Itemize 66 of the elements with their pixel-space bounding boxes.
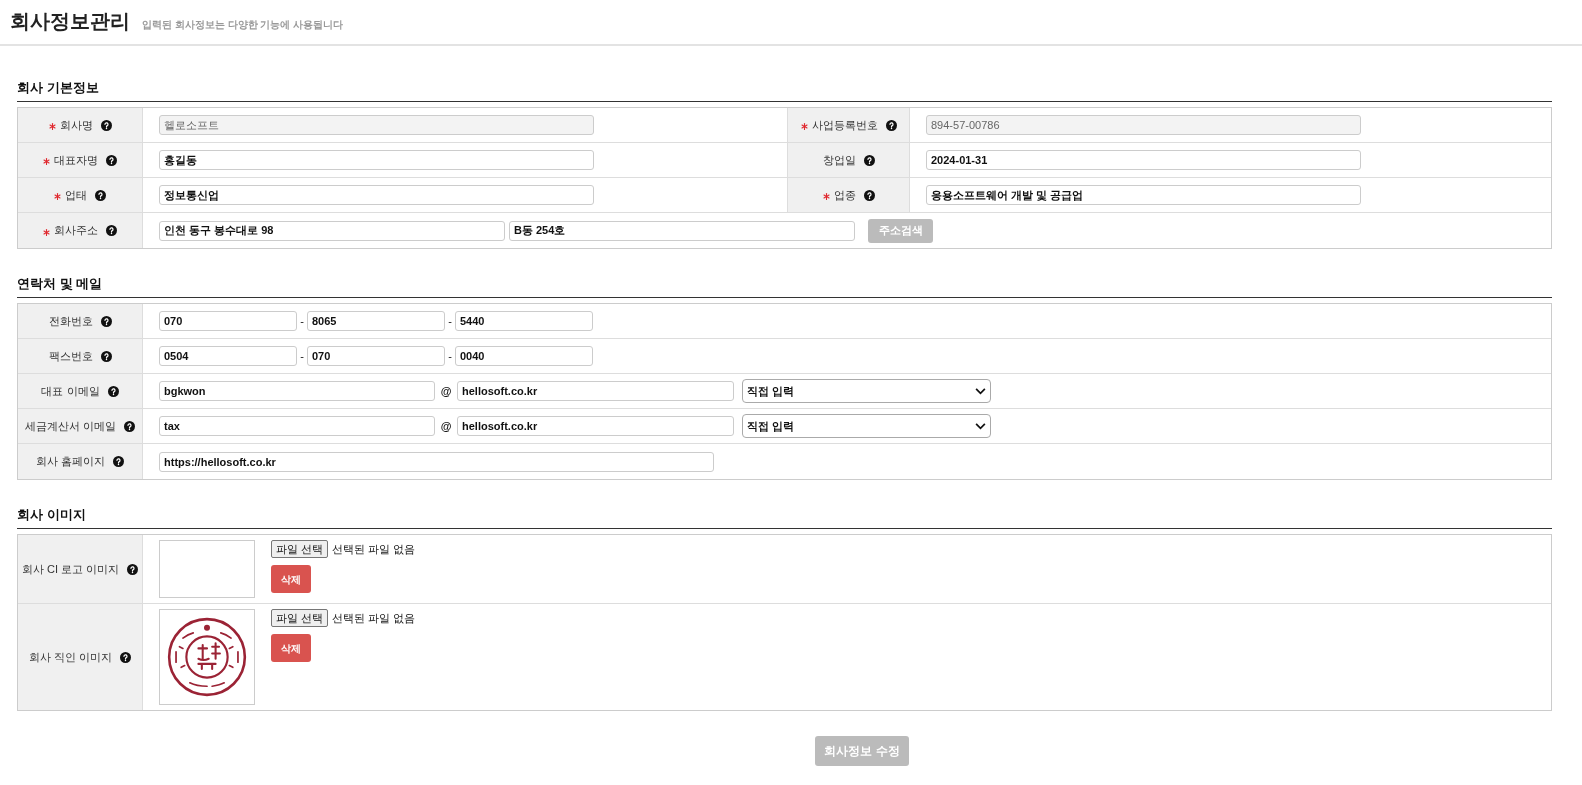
field-label: 대표자명 [54,152,98,168]
text-input[interactable]: 0504 [159,346,297,366]
file-status-text: 선택된 파일 없음 [332,610,416,626]
field-label: 대표 이메일 [41,383,100,399]
text-input[interactable]: 2024-01-31 [926,150,1361,170]
help-icon [100,119,112,131]
text-input[interactable]: B동 254호 [509,220,855,241]
help-icon [100,350,112,362]
help-icon [120,651,132,663]
text-input[interactable]: tax [159,416,435,436]
chevron-down-icon [975,387,986,395]
text-input[interactable]: bgkwon [159,381,435,401]
field-label: 회사 홈페이지 [35,454,106,470]
text-input[interactable]: 8065 [307,311,445,331]
help-icon [95,189,106,201]
page-subtitle: 입력된 회사정보는 다양한 기능에 사용됩니다 [142,18,344,32]
text-input[interactable]: 홍길동 [159,150,594,170]
text-input[interactable]: https://hellosoft.co.kr [159,451,714,472]
help-icon [113,456,125,467]
field-label: 회사 직인 이미지 [28,649,113,665]
field-label: 업태 [65,187,87,203]
file-select-button[interactable]: 파일 선택 [271,540,329,558]
chevron-down-icon [975,422,986,430]
text-input[interactable]: hellosoft.co.kr [457,416,734,436]
help-icon [127,563,139,575]
text-input[interactable]: 인천 동구 봉수대로 98 [159,220,505,241]
help-icon [106,154,117,166]
help-icon [124,420,136,432]
field-label: 회사주소 [54,223,98,239]
help-icon [863,189,875,201]
separator-text: - [447,348,453,364]
domain-select-field[interactable]: 직접 입력 [742,379,991,403]
field-label: 사업등록번호 [811,117,878,133]
help-icon [885,119,897,131]
text-input[interactable]: 응용소프트웨어 개발 및 공급업 [926,185,1361,205]
file-select-button[interactable]: 파일 선택 [271,609,329,627]
text-input[interactable]: hellosoft.co.kr [457,381,734,401]
help-icon [863,154,875,166]
field-label: 팩스번호 [48,348,93,364]
text-input[interactable]: 0040 [455,346,593,366]
field-label: 업종 [833,187,856,203]
separator-text: - [299,348,305,364]
help-icon [107,385,119,397]
field-label: 전화번호 [48,313,93,329]
at-sign-text: @ [439,418,453,434]
field-label: 회사 CI 로고 이미지 [21,561,120,577]
text-input[interactable]: 정보통신업 [159,185,594,205]
delete-button[interactable]: 삭제 [271,634,311,662]
at-sign-text: @ [439,383,453,399]
domain-select-field[interactable]: 직접 입력 [742,414,991,438]
field-label: 회사명 [59,117,93,133]
help-icon [106,225,117,236]
help-icon [100,315,112,327]
separator-text: - [447,313,453,329]
field-label: 창업일 [822,152,856,168]
text-input[interactable]: 070 [307,346,445,366]
section-title: 연락처 및 메일 [17,276,104,292]
field-label: 세금계산서 이메일 [24,418,117,434]
delete-button[interactable]: 삭제 [271,565,311,593]
section-title: 회사 이미지 [17,507,87,523]
text-input[interactable]: 070 [159,311,297,331]
section-title: 회사 기본정보 [17,80,100,96]
file-status-text: 선택된 파일 없음 [332,541,416,557]
text-input[interactable]: 5440 [455,311,593,331]
separator-text: - [299,313,305,329]
page-title: 회사정보관리 [10,9,130,34]
